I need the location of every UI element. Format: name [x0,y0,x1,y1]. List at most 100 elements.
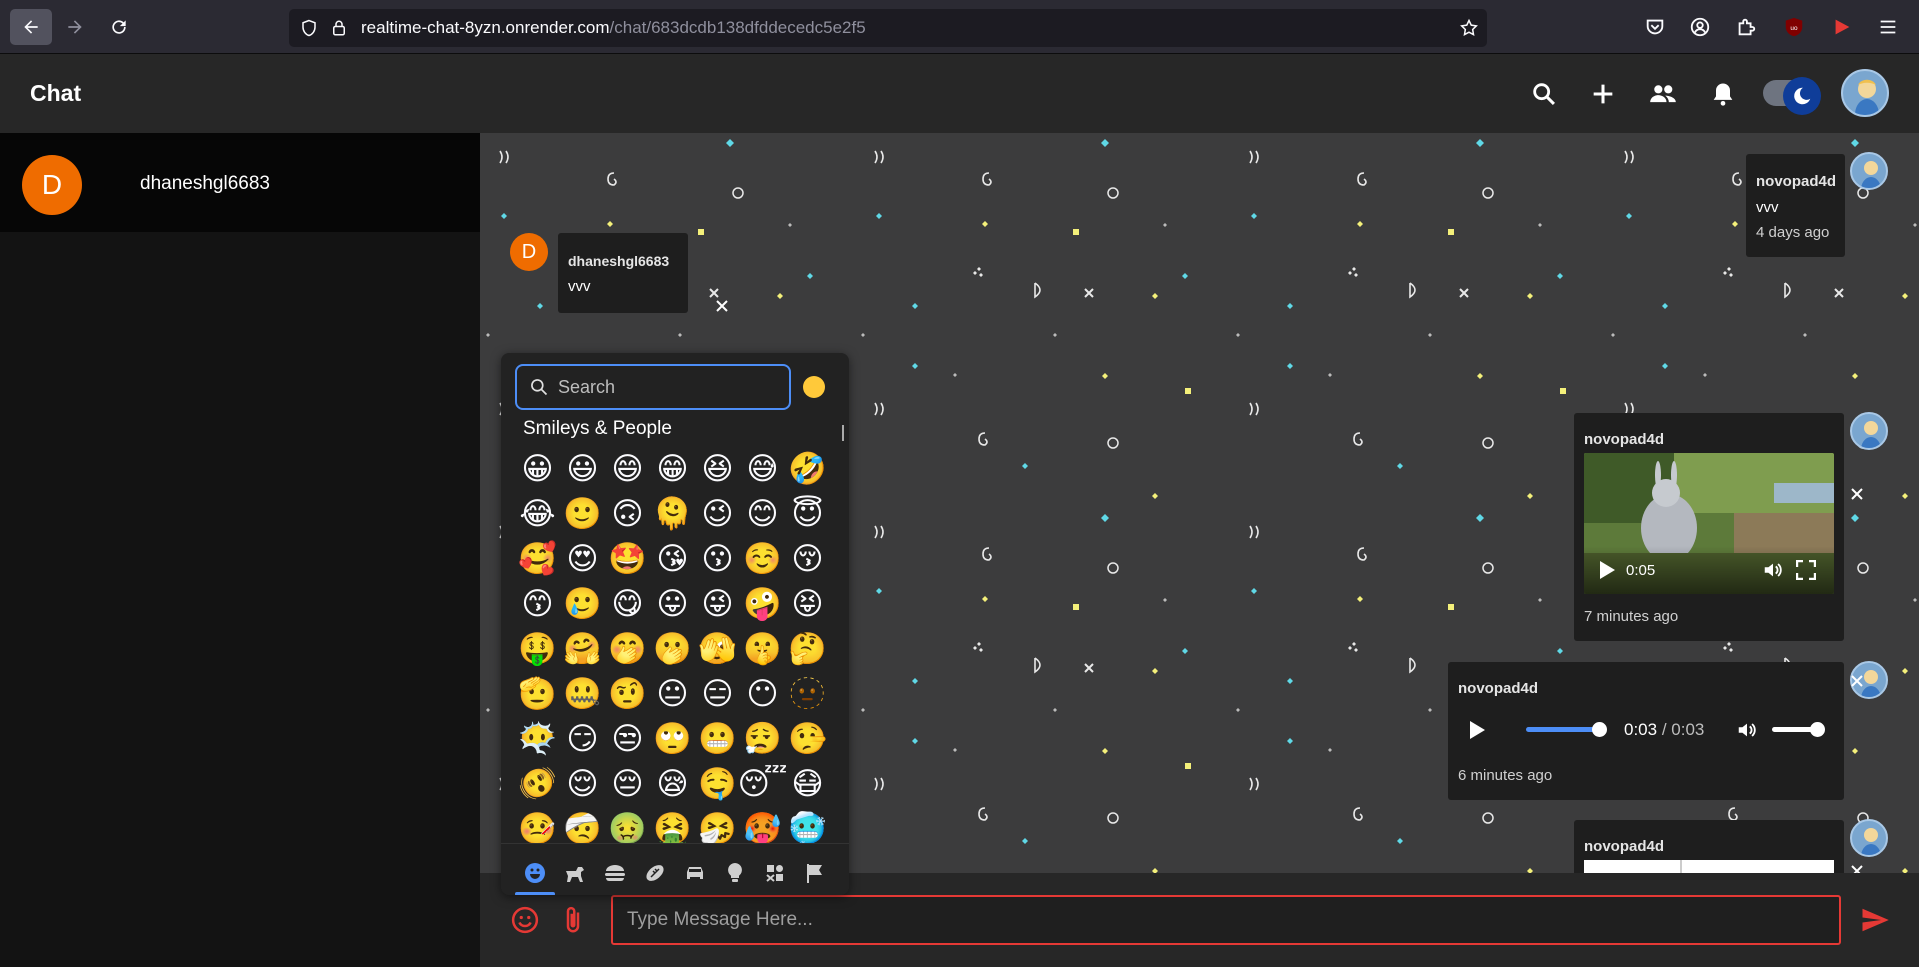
attach-button[interactable] [558,905,588,935]
emoji-item[interactable]: 😁 [650,446,695,491]
emoji-scrollbar[interactable] [842,425,844,441]
volume-icon[interactable] [1762,559,1784,581]
emoji-item[interactable]: 😪 [650,761,695,806]
delete-message-icon[interactable] [1849,863,1865,873]
emoji-item[interactable]: 😝 [785,581,830,626]
lock-icon[interactable] [329,18,349,38]
emoji-item[interactable]: 😃 [560,446,605,491]
emoji-item[interactable]: 🫡 [515,671,560,716]
emoji-item[interactable]: 😇 [785,491,830,536]
emoji-item[interactable]: 🥲 [560,581,605,626]
emoji-item[interactable]: 😒 [605,716,650,761]
food-icon[interactable] [602,860,628,886]
emoji-item[interactable]: 😜 [695,581,740,626]
emoji-item[interactable]: 🥰 [515,536,560,581]
emoji-item[interactable]: 🙂 [560,491,605,536]
video-player[interactable]: 0:05 [1584,453,1834,594]
emoji-item[interactable]: 😶‍🌫️ [515,716,560,761]
emoji-item[interactable]: 🫥 [785,671,830,716]
delete-message-icon[interactable] [1849,486,1865,502]
youtube-extension-icon[interactable] [1830,15,1854,39]
travel-icon[interactable] [682,860,708,886]
bell-icon[interactable] [1709,80,1737,108]
pocket-icon[interactable] [1643,15,1667,39]
emoji-item[interactable]: 🫨 [515,761,560,806]
extensions-icon[interactable] [1734,15,1758,39]
emoji-item[interactable]: 🤨 [605,671,650,716]
smileys-icon[interactable] [522,860,548,886]
search-icon[interactable] [1530,80,1558,108]
emoji-item[interactable]: 🤩 [605,536,650,581]
emoji-item[interactable]: 😔 [605,761,650,806]
image-attachment[interactable] [1584,860,1834,873]
ublock-icon[interactable]: uo [1782,15,1806,39]
emoji-item[interactable]: 😐 [650,671,695,716]
emoji-item[interactable]: 🤪 [740,581,785,626]
emoji-item[interactable]: 😍 [560,536,605,581]
flags-icon[interactable] [802,860,828,886]
emoji-item[interactable]: 🤣 [785,446,830,491]
emoji-item[interactable]: 😬 [695,716,740,761]
emoji-item[interactable]: 😆 [695,446,740,491]
delete-message-icon[interactable] [714,298,730,314]
volume-icon[interactable] [1736,719,1758,741]
emoji-item[interactable]: 😘 [650,536,695,581]
volume-slider-thumb[interactable] [1810,722,1825,737]
emoji-item[interactable]: 😄 [605,446,650,491]
emoji-item[interactable]: 🤫 [740,626,785,671]
emoji-item[interactable]: 🫣 [695,626,740,671]
emoji-item[interactable]: 🫢 [650,626,695,671]
contact-item[interactable]: D dhaneshgl6683 [0,133,480,232]
emoji-item[interactable]: 🤐 [560,671,605,716]
emoji-item[interactable]: 😋 [605,581,650,626]
emoji-item[interactable]: 😉 [695,491,740,536]
emoji-item[interactable]: ☺️ [740,536,785,581]
emoji-item[interactable]: 😴 [738,761,788,806]
emoji-item[interactable]: 🙄 [650,716,695,761]
audio-player[interactable]: 0:03 / 0:03 [1458,708,1834,748]
emoji-item[interactable]: 🤤 [695,761,740,806]
play-icon[interactable] [1468,720,1486,740]
emoji-item[interactable]: 😏 [560,716,605,761]
bookmark-star-icon[interactable] [1459,18,1479,38]
add-icon[interactable] [1589,80,1617,108]
emoji-item[interactable]: 😗 [695,536,740,581]
emoji-item[interactable]: 🤔 [785,626,830,671]
emoji-item[interactable]: 😑 [695,671,740,716]
objects-icon[interactable] [722,860,748,886]
menu-icon[interactable] [1876,15,1900,39]
emoji-item[interactable]: 😛 [650,581,695,626]
emoji-item[interactable]: 🫠 [650,491,695,536]
audio-progress-thumb[interactable] [1592,722,1607,737]
reload-button[interactable] [98,9,140,45]
emoji-item[interactable]: 😅 [740,446,785,491]
emoji-item[interactable]: 😷 [785,761,830,806]
activity-icon[interactable] [642,860,668,886]
emoji-search-input[interactable] [558,376,778,398]
play-icon[interactable] [1598,560,1616,580]
emoji-item[interactable]: 😊 [740,491,785,536]
group-icon[interactable] [1649,80,1677,108]
emoji-item[interactable]: 🤗 [560,626,605,671]
url-text[interactable]: realtime-chat-8yzn.onrender.com/chat/683… [361,18,866,38]
emoji-item[interactable]: 🙃 [605,491,650,536]
emoji-item[interactable]: 🤥 [785,716,830,761]
emoji-item[interactable]: 🤑 [515,626,560,671]
skin-tone-button[interactable] [803,376,825,398]
emoji-item[interactable]: 😂 [515,491,560,536]
back-button[interactable] [10,9,52,45]
user-avatar[interactable] [1841,69,1889,117]
emoji-item[interactable]: 😙 [515,581,560,626]
send-button[interactable] [1860,905,1890,935]
shield-icon[interactable] [299,18,319,38]
emoji-search[interactable] [515,364,791,410]
emoji-item[interactable]: 😮‍💨 [740,716,785,761]
fullscreen-icon[interactable] [1796,560,1816,580]
moon-icon[interactable] [1783,77,1821,115]
emoji-item[interactable]: 😌 [560,761,605,806]
animals-icon[interactable] [562,860,588,886]
emoji-button[interactable] [510,905,540,935]
delete-message-icon[interactable] [1849,673,1865,689]
symbols-icon[interactable] [762,860,788,886]
emoji-item[interactable]: 🤭 [605,626,650,671]
